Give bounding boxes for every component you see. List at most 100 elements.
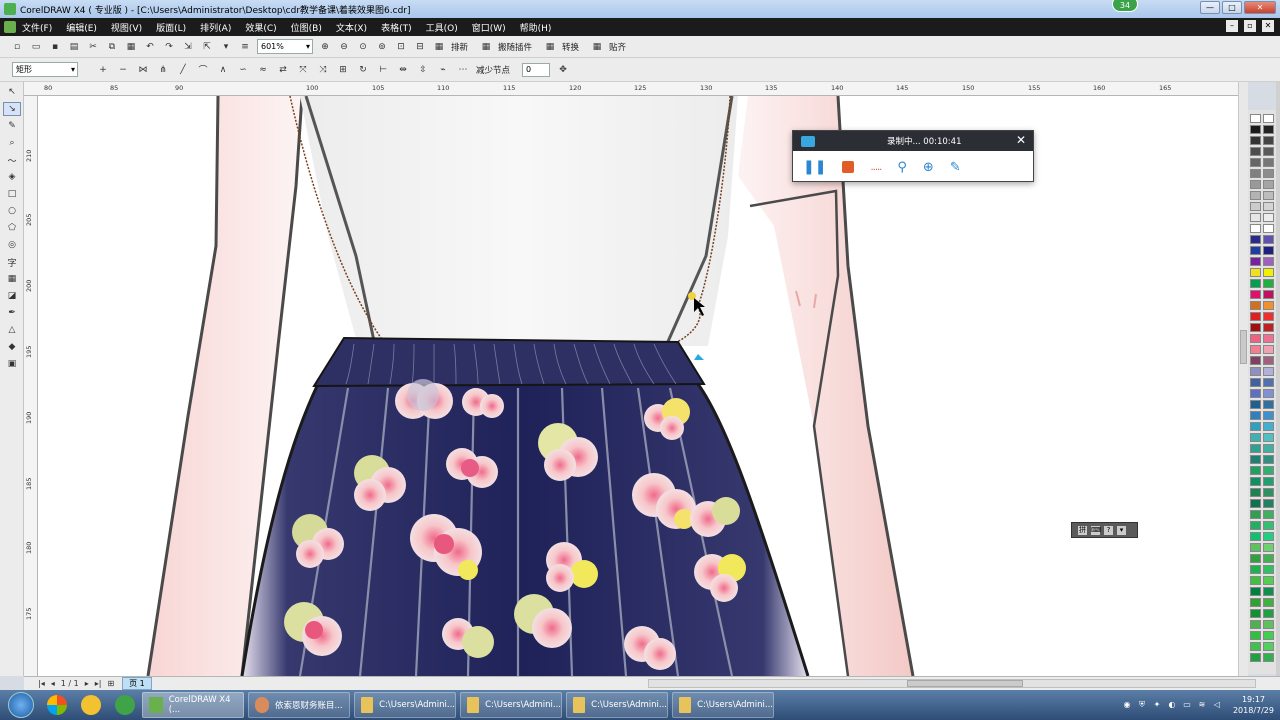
undo-icon[interactable]: ↶: [143, 40, 157, 54]
input-method-icon[interactable]: 拼: [1078, 525, 1087, 535]
color-swatch[interactable]: [1263, 136, 1274, 145]
color-swatch[interactable]: [1263, 642, 1274, 651]
doc-close-button[interactable]: ✕: [1262, 20, 1274, 32]
color-swatch[interactable]: [1250, 301, 1261, 310]
display-icon[interactable]: ▭: [1182, 700, 1192, 710]
symmetric-node-icon[interactable]: ≈: [256, 63, 270, 77]
vertical-ruler[interactable]: 210 205 200 195 190 185 180 175: [24, 96, 38, 676]
brush-icon[interactable]: ⚲: [897, 160, 907, 175]
color-swatch[interactable]: [1250, 642, 1261, 651]
taskbar-item-folder[interactable]: C:\Users\Admini...: [566, 692, 668, 718]
polygon-tool-icon[interactable]: ⬠: [3, 221, 21, 235]
color-swatch[interactable]: [1263, 158, 1274, 167]
color-swatch[interactable]: [1250, 653, 1261, 662]
convert-icon[interactable]: ▦: [543, 40, 557, 54]
color-swatch[interactable]: [1250, 433, 1261, 442]
print-icon[interactable]: ▤: [67, 40, 81, 54]
color-swatch[interactable]: [1250, 268, 1261, 277]
color-swatch[interactable]: [1250, 521, 1261, 530]
zoom-all-icon[interactable]: ⊚: [375, 40, 389, 54]
color-swatch[interactable]: [1250, 279, 1261, 288]
color-swatch[interactable]: [1263, 290, 1274, 299]
shape-tool-icon[interactable]: ↘: [3, 102, 21, 116]
color-swatch[interactable]: [1250, 422, 1261, 431]
ellipse-tool-icon[interactable]: ○: [3, 204, 21, 218]
welcome-icon[interactable]: ≡: [238, 40, 252, 54]
color-swatch[interactable]: [1263, 389, 1274, 398]
smart-fill-icon[interactable]: ◈: [3, 170, 21, 184]
arrange-button[interactable]: 排新: [451, 41, 468, 53]
zoom-level-select[interactable]: 601%: [257, 39, 313, 54]
color-swatch[interactable]: [1250, 125, 1261, 134]
qq-icon[interactable]: ◐: [1167, 700, 1177, 710]
color-swatch[interactable]: [1250, 543, 1261, 552]
color-swatch[interactable]: [1250, 158, 1261, 167]
arrange-icon[interactable]: ▦: [432, 40, 446, 54]
color-swatch[interactable]: [1263, 323, 1274, 332]
color-swatch[interactable]: [1263, 125, 1274, 134]
zoom-out-icon[interactable]: ⊖: [337, 40, 351, 54]
color-swatch[interactable]: [1263, 598, 1274, 607]
taskbar-item-folder[interactable]: C:\Users\Admini...: [354, 692, 456, 718]
color-swatch[interactable]: [1263, 279, 1274, 288]
color-swatch[interactable]: [1263, 213, 1274, 222]
stretch-node-icon[interactable]: ⊞: [336, 63, 350, 77]
zoom-tool-icon[interactable]: ⌕: [3, 136, 21, 150]
color-swatch[interactable]: [1250, 246, 1261, 255]
color-swatch[interactable]: [1250, 180, 1261, 189]
snap-icon[interactable]: ▦: [590, 40, 604, 54]
redo-icon[interactable]: ↷: [162, 40, 176, 54]
color-swatch[interactable]: [1250, 488, 1261, 497]
select-all-nodes-icon[interactable]: ⋯: [456, 63, 470, 77]
vertical-scroll-thumb[interactable]: [1240, 330, 1247, 364]
color-swatch[interactable]: [1263, 312, 1274, 321]
next-page-button[interactable]: ▸: [85, 679, 89, 688]
reflect-h-icon[interactable]: ⇹: [396, 63, 410, 77]
color-swatch[interactable]: [1263, 356, 1274, 365]
color-swatch[interactable]: [1250, 587, 1261, 596]
color-swatch[interactable]: [1250, 411, 1261, 420]
fashion-illustration[interactable]: [38, 96, 1238, 676]
snap-button[interactable]: 贴齐: [609, 41, 626, 53]
menu-layout[interactable]: 版面(L): [156, 21, 186, 34]
launcher-icon[interactable]: ▾: [219, 40, 233, 54]
taskbar-item-folder[interactable]: C:\Users\Admini...: [672, 692, 774, 718]
color-swatch[interactable]: [1250, 477, 1261, 486]
color-swatch[interactable]: [1263, 400, 1274, 409]
text-tool-icon[interactable]: 字: [3, 255, 21, 269]
update-icon[interactable]: ✦: [1152, 700, 1162, 710]
open-icon[interactable]: ▭: [29, 40, 43, 54]
doc-minimize-button[interactable]: –: [1226, 20, 1238, 32]
color-swatch[interactable]: [1250, 334, 1261, 343]
keyboard-icon[interactable]: ⌨: [1091, 525, 1101, 535]
color-swatch[interactable]: [1250, 620, 1261, 629]
color-swatch[interactable]: [1263, 114, 1274, 123]
color-swatch[interactable]: [1263, 334, 1274, 343]
spinner-icon[interactable]: ✥: [556, 63, 570, 77]
color-swatch[interactable]: [1263, 466, 1274, 475]
pause-icon[interactable]: ❚❚: [803, 159, 826, 175]
color-swatch[interactable]: [1263, 378, 1274, 387]
break-curve-icon[interactable]: ⋔: [156, 63, 170, 77]
eyedropper-tool-icon[interactable]: ✒: [3, 306, 21, 320]
color-swatch[interactable]: [1263, 587, 1274, 596]
color-swatch[interactable]: [1250, 136, 1261, 145]
pick-tool-icon[interactable]: ↖: [3, 85, 21, 99]
taskbar-item-coreldraw[interactable]: CorelDRAW X4 (...: [142, 692, 244, 718]
color-swatch[interactable]: [1250, 235, 1261, 244]
color-swatch[interactable]: [1263, 521, 1274, 530]
color-swatch[interactable]: [1250, 114, 1261, 123]
color-swatch[interactable]: [1250, 609, 1261, 618]
network-icon[interactable]: ◉: [1122, 700, 1132, 710]
extract-subpath-icon[interactable]: ⤨: [316, 63, 330, 77]
plugin-button[interactable]: 搬随插件: [498, 41, 532, 53]
smudge-tool-icon[interactable]: ✎: [3, 119, 21, 133]
interactive-fill-icon[interactable]: ▣: [3, 357, 21, 371]
pen-icon[interactable]: ✎: [950, 160, 961, 175]
prev-page-button[interactable]: ◂: [51, 679, 55, 688]
color-swatch[interactable]: [1250, 378, 1261, 387]
color-swatch[interactable]: [1263, 653, 1274, 662]
menu-tools[interactable]: 工具(O): [426, 21, 458, 34]
color-swatch[interactable]: [1263, 488, 1274, 497]
color-swatch[interactable]: [1263, 411, 1274, 420]
